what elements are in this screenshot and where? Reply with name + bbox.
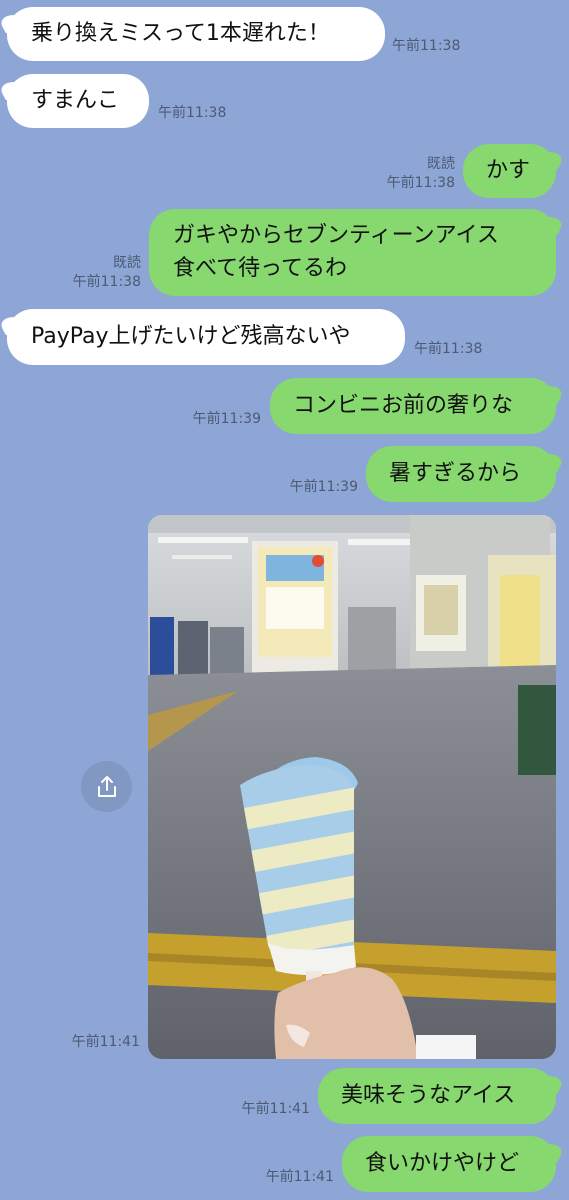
message-text: 美味そうなアイス [341,1083,516,1108]
message-bubble-incoming[interactable]: PayPay上げたいけど残高ないや [7,309,405,365]
message-text: かす [486,158,531,183]
message-bubble-outgoing[interactable]: 食いかけやけど [342,1136,556,1192]
message-text: すまんこ [31,88,120,113]
message-time: 午前11:38 [414,341,483,357]
photo-message[interactable] [148,515,556,1059]
message-text-line: ガキやからセブンティーンアイス [173,223,499,248]
message-bubble-outgoing[interactable]: かす [463,144,556,198]
station-ice-cream-photo [148,515,556,1059]
share-icon [97,775,116,797]
message-bubble-outgoing[interactable]: 暑すぎるから [366,446,556,502]
message-bubble-outgoing[interactable]: 美味そうなアイス [318,1068,556,1124]
message-time: 午前11:38 [386,175,455,191]
message-text-line: 食べて待ってるわ [173,256,348,281]
message-text: コンビニお前の奢りな [293,393,514,418]
message-text: 食いかけやけど [365,1151,520,1176]
message-time: 午前11:41 [241,1101,310,1117]
message-bubble-incoming[interactable]: 乗り換えミスって1本遅れた！ [7,7,385,61]
share-button[interactable] [81,761,132,812]
message-time: 午前11:38 [392,38,461,54]
read-receipt: 既読 [113,255,141,271]
message-time: 午前11:39 [289,479,358,495]
message-time: 午前11:41 [265,1169,334,1185]
message-text: PayPay上げたいけど残高ないや [31,324,351,349]
message-time: 午前11:38 [72,274,141,290]
message-text: 暑すぎるから [389,461,522,486]
message-time: 午前11:39 [192,411,261,427]
message-text: 乗り換えミスって1本遅れた！ [31,21,330,46]
message-time: 午前11:41 [71,1034,140,1050]
message-time: 午前11:38 [158,105,227,121]
message-bubble-incoming[interactable]: すまんこ [7,74,149,128]
message-bubble-outgoing[interactable]: コンビニお前の奢りな [270,378,556,434]
message-bubble-outgoing[interactable]: ガキやからセブンティーンアイス 食べて待ってるわ [149,209,556,296]
read-receipt: 既読 [427,156,455,172]
